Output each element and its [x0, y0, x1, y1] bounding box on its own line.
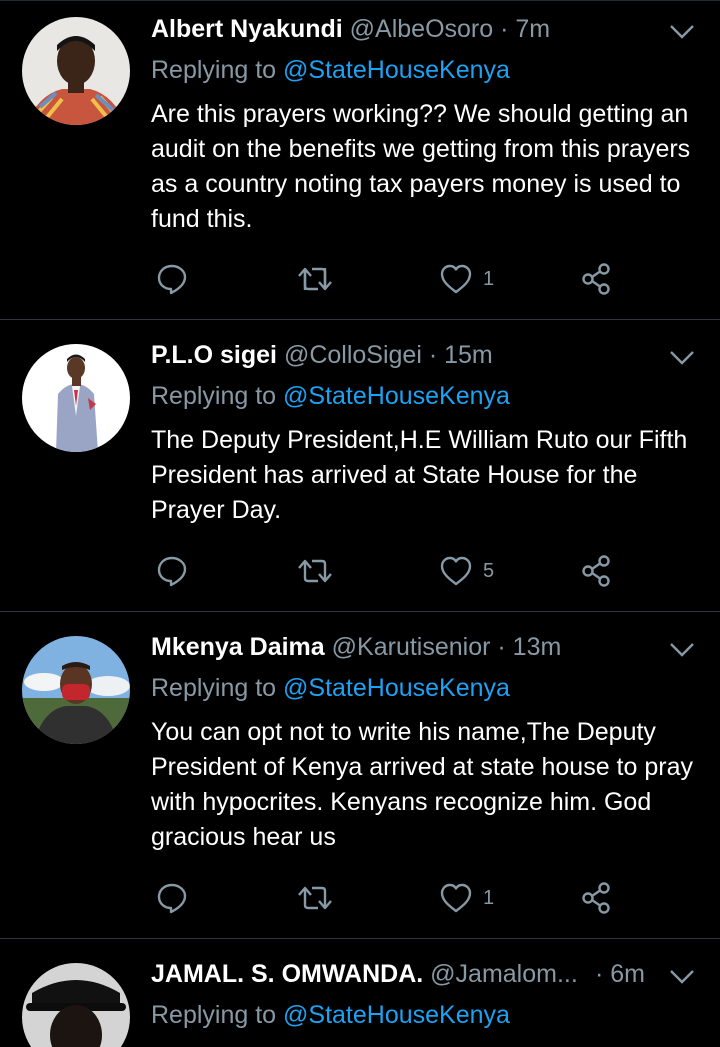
reply-icon	[157, 883, 187, 914]
tweet-2[interactable]: P.L.O sigei @ColloSigei · 15m Replying t…	[0, 320, 720, 611]
reply-button[interactable]	[155, 259, 189, 299]
display-name[interactable]: P.L.O sigei	[151, 341, 277, 369]
share-icon	[582, 555, 610, 587]
retweet-icon	[298, 559, 332, 583]
chevron-down-icon[interactable]	[668, 22, 696, 42]
display-name[interactable]: Mkenya Daima	[151, 633, 325, 661]
replying-to: Replying to @StateHouseKenya	[151, 53, 510, 87]
replying-prefix: Replying to	[151, 382, 277, 410]
tweet-header: Mkenya Daima @Karutisenior · 13m	[151, 630, 561, 664]
avatar[interactable]	[22, 636, 130, 744]
share-icon	[582, 263, 610, 295]
timestamp[interactable]: 7m	[515, 15, 550, 43]
chevron-down-icon[interactable]	[668, 348, 696, 368]
retweet-icon	[298, 886, 332, 910]
mention-link[interactable]: @StateHouseKenya	[283, 1001, 510, 1029]
retweet-button[interactable]	[296, 878, 334, 918]
heart-icon	[440, 883, 472, 913]
separator-dot: ·	[497, 633, 506, 661]
separator-dot: ·	[500, 15, 509, 43]
display-name[interactable]: Albert Nyakundi	[151, 15, 343, 43]
mention-link[interactable]: @StateHouseKenya	[283, 382, 510, 410]
tweet-header: P.L.O sigei @ColloSigei · 15m	[151, 338, 493, 372]
tweet-1[interactable]: Albert Nyakundi @AlbeOsoro · 7m Replying…	[0, 0, 720, 319]
replying-prefix: Replying to	[151, 56, 277, 84]
replying-prefix: Replying to	[151, 674, 277, 702]
timestamp[interactable]: 13m	[513, 633, 562, 661]
user-handle[interactable]: @Jamalom...	[430, 960, 578, 988]
reply-icon	[157, 264, 187, 295]
reply-button[interactable]	[155, 551, 189, 591]
user-handle[interactable]: @AlbeOsoro	[350, 15, 494, 43]
heart-icon	[440, 264, 472, 294]
tweet-header: JAMAL. S. OMWANDA. @Jamalom...	[151, 957, 578, 991]
avatar[interactable]	[22, 17, 130, 125]
mention-link[interactable]: @StateHouseKenya	[283, 56, 510, 84]
display-name[interactable]: JAMAL. S. OMWANDA.	[151, 960, 423, 988]
user-handle[interactable]: @ColloSigei	[284, 341, 422, 369]
user-handle[interactable]: @Karutisenior	[332, 633, 491, 661]
replying-to: Replying to @StateHouseKenya	[151, 998, 510, 1032]
retweet-button[interactable]	[296, 259, 334, 299]
like-button[interactable]: 1	[439, 259, 494, 299]
tweet-text: Are this prayers working?? We should get…	[151, 100, 691, 233]
tweet-text: The Deputy President,H.E William Ruto ou…	[151, 426, 688, 524]
share-icon	[582, 882, 610, 914]
separator-dot: ·	[595, 960, 604, 988]
chevron-down-icon[interactable]	[668, 640, 696, 660]
like-count: 1	[483, 267, 495, 290]
share-button[interactable]	[579, 259, 613, 299]
like-count: 1	[483, 886, 495, 909]
tweet-header: Albert Nyakundi @AlbeOsoro · 7m	[151, 12, 550, 46]
tweet-4[interactable]: JAMAL. S. OMWANDA. @Jamalom... · 6m Repl…	[0, 939, 720, 1047]
separator-dot: ·	[428, 341, 438, 369]
tweet-3[interactable]: Mkenya Daima @Karutisenior · 13m Replyin…	[0, 612, 720, 938]
heart-icon	[440, 556, 472, 586]
replying-to: Replying to @StateHouseKenya	[151, 379, 510, 413]
like-count: 5	[483, 559, 495, 582]
mention-link[interactable]: @StateHouseKenya	[283, 674, 510, 702]
replying-prefix: Replying to	[151, 1001, 277, 1029]
tweet-time-group: · 6m	[595, 957, 645, 991]
reply-icon	[157, 556, 187, 587]
chevron-down-icon[interactable]	[668, 967, 696, 987]
reply-button[interactable]	[155, 878, 189, 918]
tweet-text: You can opt not to write his name,The De…	[151, 718, 693, 851]
like-button[interactable]: 1	[439, 878, 494, 918]
avatar[interactable]	[22, 963, 130, 1047]
retweet-icon	[298, 267, 332, 291]
like-button[interactable]: 5	[439, 551, 494, 591]
share-button[interactable]	[579, 878, 613, 918]
replying-to: Replying to @StateHouseKenya	[151, 671, 510, 705]
timestamp[interactable]: 15m	[444, 341, 493, 369]
share-button[interactable]	[579, 551, 613, 591]
avatar[interactable]	[22, 344, 130, 452]
timestamp[interactable]: 6m	[610, 960, 645, 988]
retweet-button[interactable]	[296, 551, 334, 591]
